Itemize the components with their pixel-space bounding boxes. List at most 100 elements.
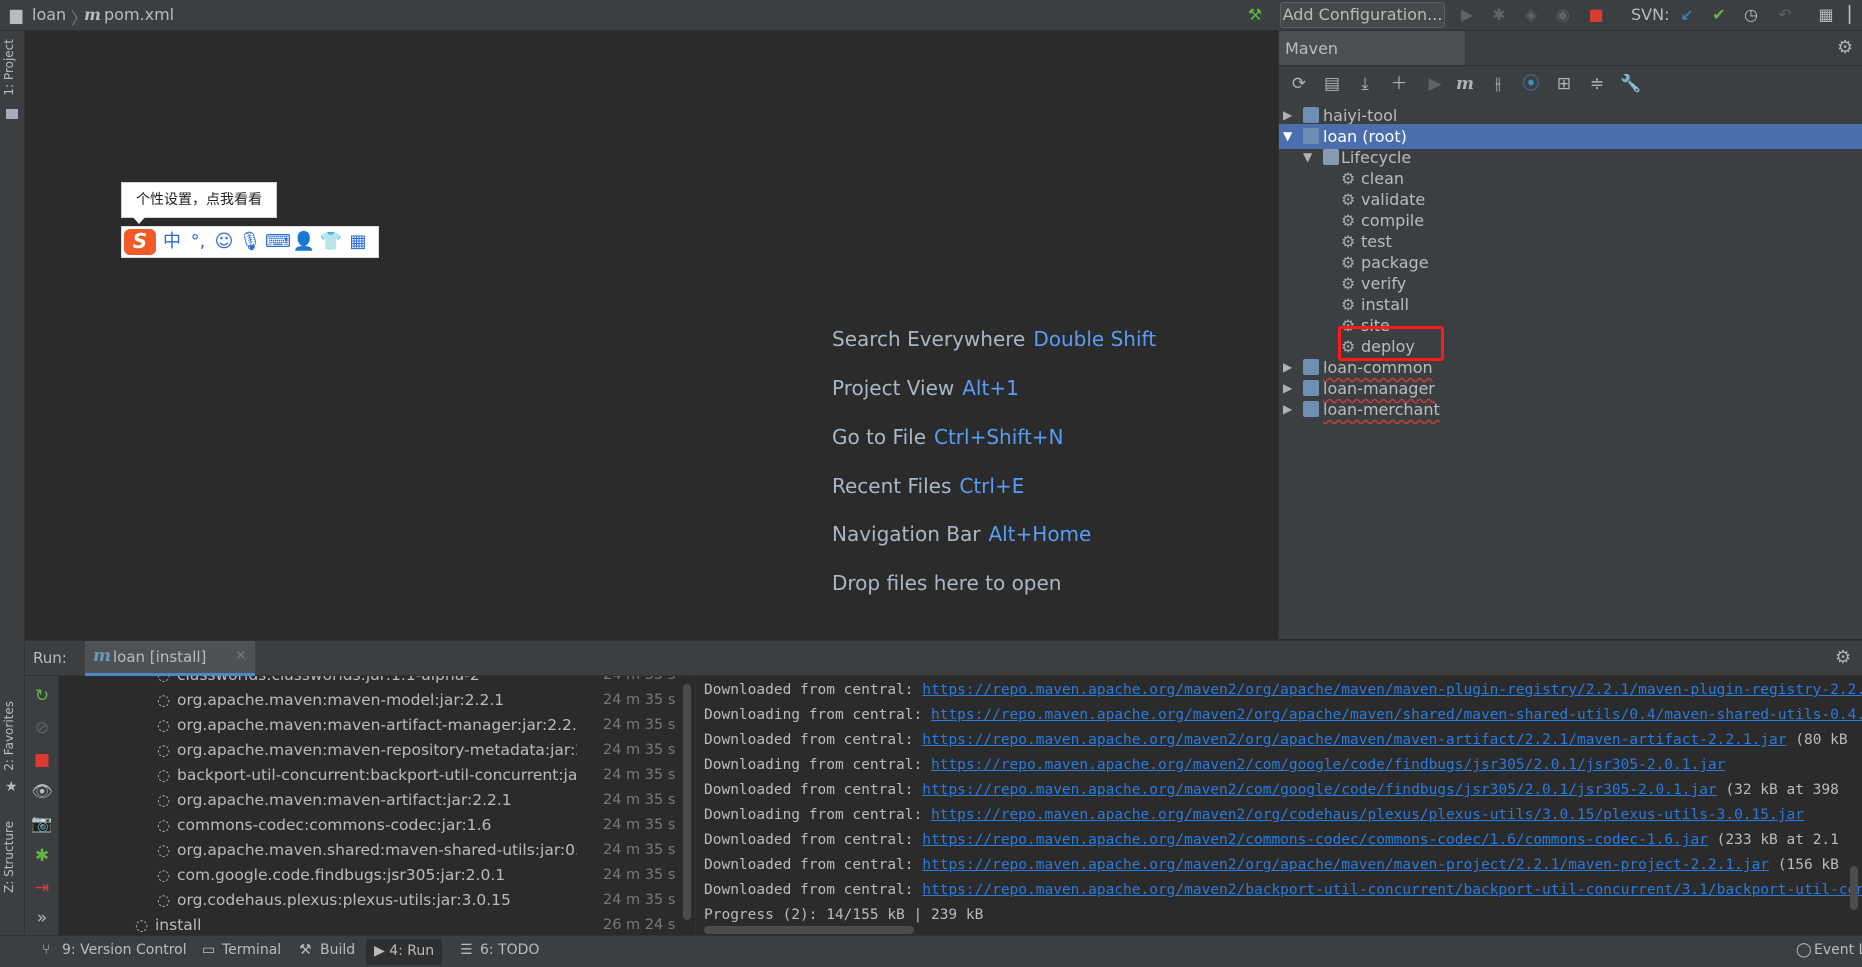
loading-spinner-icon: ◌: [157, 741, 171, 759]
dep-name: org.codehaus.plexus:plexus-utils:jar:3.0…: [177, 891, 511, 909]
exit-icon[interactable]: ⇥: [30, 876, 54, 900]
todo-icon: ☰: [460, 942, 473, 958]
run-icon[interactable]: ▶: [1456, 4, 1478, 26]
run-tab-label: loan [install]: [113, 648, 207, 666]
list-item[interactable]: ◌ backport-util-concurrent:backport-util…: [59, 763, 679, 788]
close-tab-icon[interactable]: ✕: [235, 648, 247, 664]
stop-build-icon[interactable]: ■: [30, 748, 54, 772]
revert-icon[interactable]: ↶: [1774, 4, 1796, 26]
console-vertical-scrollbar[interactable]: [1850, 866, 1858, 910]
breadcrumb-project[interactable]: loan: [32, 5, 66, 24]
goal-gear-icon: ⚙: [1341, 190, 1356, 209]
svn-commit-icon[interactable]: ✔: [1708, 4, 1730, 26]
user-icon[interactable]: 👤: [292, 230, 316, 254]
list-item[interactable]: ◌ install 26 m 24 s: [59, 913, 679, 936]
more-icon[interactable]: ▏: [1844, 4, 1862, 26]
sogou-logo-icon[interactable]: S: [124, 229, 156, 255]
list-item[interactable]: ◌ commons-codec:commons-codec:jar:1.6 24…: [59, 813, 679, 838]
loading-spinner-icon: ◌: [157, 891, 171, 909]
ime-punctuation-toggle[interactable]: °,: [186, 230, 210, 254]
tab-terminal[interactable]: Terminal: [222, 942, 281, 958]
tab-favorites[interactable]: 2: Favorites: [2, 701, 16, 771]
reimport-icon[interactable]: ⟳: [1287, 72, 1311, 96]
list-item[interactable]: ◌ com.google.code.findbugs:jsr305:jar:2.…: [59, 863, 679, 888]
console-link[interactable]: https://repo.maven.apache.org/maven2/org…: [931, 707, 1862, 723]
run-settings-gear-icon[interactable]: ⚙: [1835, 647, 1851, 668]
history-icon[interactable]: ◷: [1740, 4, 1762, 26]
maven-module-icon: [1303, 401, 1319, 417]
toggle-view-icon[interactable]: ⊘: [30, 716, 54, 740]
project-structure-icon[interactable]: ▦: [1815, 4, 1837, 26]
tab-build[interactable]: Build: [320, 942, 355, 958]
list-item[interactable]: ◌ org.apache.maven:maven-model:jar:2.2.1…: [59, 688, 679, 713]
console-link[interactable]: https://repo.maven.apache.org/maven2/com…: [931, 757, 1725, 773]
editor-empty-area[interactable]: Search Everywhere Double Shift Project Vi…: [25, 31, 1277, 639]
add-project-icon[interactable]: ＋: [1387, 72, 1411, 96]
svn-update-icon[interactable]: ↙: [1676, 4, 1698, 26]
expand-arrow-icon[interactable]: ▶: [1283, 397, 1292, 422]
goal-gear-icon: ⚙: [1341, 232, 1356, 251]
console-link[interactable]: https://repo.maven.apache.org/maven2/org…: [922, 732, 1786, 748]
show-dependencies-icon[interactable]: ⊞: [1552, 72, 1576, 96]
list-item[interactable]: ◌ org.codehaus.plexus:plexus-utils:jar:3…: [59, 888, 679, 913]
emoji-icon[interactable]: ☺: [212, 230, 236, 254]
maven-project-loan-merchant[interactable]: ▶ loan-merchant: [1279, 397, 1862, 422]
eye-icon[interactable]: 👁: [30, 780, 54, 804]
skin-shirt-icon[interactable]: 👕: [319, 230, 343, 254]
keyboard-icon[interactable]: ⌨: [265, 230, 291, 254]
dep-time: 24 m 35 s: [603, 676, 675, 688]
maven-settings-wrench-icon[interactable]: 🔧: [1619, 72, 1643, 96]
tab-version-control[interactable]: 9: Version Control: [62, 942, 187, 958]
console-link[interactable]: https://repo.maven.apache.org/maven2/org…: [922, 857, 1769, 873]
download-sources-icon[interactable]: ⤓: [1353, 72, 1377, 96]
stop-icon[interactable]: ■: [1585, 4, 1607, 26]
tab-project[interactable]: 1: Project: [2, 39, 16, 96]
run-tab-loan-install[interactable]: m loan [install] ✕: [85, 641, 255, 676]
tab-todo[interactable]: 6: TODO: [480, 942, 539, 958]
maven-settings-gear-icon[interactable]: ⚙: [1837, 37, 1853, 58]
dep-time: 24 m 35 s: [603, 867, 676, 883]
build-hammer-icon[interactable]: ⚒: [1244, 4, 1266, 26]
dep-name: com.google.code.findbugs:jsr305:jar:2.0.…: [177, 866, 506, 884]
tab-event-log[interactable]: Event L: [1814, 942, 1862, 958]
maven-title: Maven: [1285, 39, 1339, 58]
list-item[interactable]: ◌ org.apache.maven:maven-artifact:jar:2.…: [59, 788, 679, 813]
debug-build-icon[interactable]: ✱: [30, 844, 54, 868]
console-horizontal-scrollbar[interactable]: [704, 926, 914, 934]
run-maven-build-icon[interactable]: ▶: [1423, 72, 1447, 96]
profile-icon[interactable]: ◉: [1552, 4, 1574, 26]
maven-toolbar: ⟳ ▤ ⤓ ＋ ▶ m ⫲ ⦿ ⊞ ≑ 🔧: [1279, 66, 1862, 102]
console-link[interactable]: https://repo.maven.apache.org/maven2/com…: [922, 782, 1716, 798]
star-icon: ★: [5, 779, 18, 795]
microphone-icon[interactable]: 🎙: [238, 230, 262, 254]
list-item[interactable]: ◌ org.apache.maven:maven-repository-meta…: [59, 738, 679, 763]
console-link[interactable]: https://repo.maven.apache.org/maven2/org…: [931, 807, 1804, 823]
list-item[interactable]: ◌ classworlds:classworlds:jar:1.1-alpha-…: [59, 676, 679, 688]
camera-icon[interactable]: 📷: [30, 812, 54, 836]
generate-sources-icon[interactable]: ▤: [1320, 72, 1344, 96]
tree-label: loan-merchant: [1323, 400, 1440, 419]
ime-mode-toggle[interactable]: 中: [160, 230, 184, 254]
ime-tooltip[interactable]: 个性设置，点我看看: [121, 182, 277, 218]
toggle-offline-icon[interactable]: ⫲: [1486, 72, 1510, 96]
tree-scrollbar[interactable]: [683, 684, 691, 920]
rerun-icon[interactable]: ↻: [30, 684, 54, 708]
tab-structure[interactable]: Z: Structure: [2, 821, 16, 893]
console-link[interactable]: https://repo.maven.apache.org/maven2/com…: [922, 832, 1708, 848]
tab-run[interactable]: ▶ 4: Run: [366, 939, 443, 965]
list-item[interactable]: ◌ org.apache.maven.shared:maven-shared-u…: [59, 838, 679, 863]
console-link[interactable]: https://repo.maven.apache.org/maven2/org…: [922, 682, 1862, 698]
collapse-all-icon[interactable]: ≑: [1585, 72, 1609, 96]
console-output[interactable]: Downloaded from central: https://repo.ma…: [696, 676, 1862, 936]
console-link[interactable]: https://repo.maven.apache.org/maven2/bac…: [922, 882, 1862, 898]
debug-icon[interactable]: ✱: [1488, 4, 1510, 26]
add-configuration-button[interactable]: Add Configuration...: [1280, 2, 1445, 28]
more-actions-icon[interactable]: »: [30, 906, 54, 930]
lifecycle-folder-icon: [1323, 149, 1339, 165]
breadcrumb-file[interactable]: pom.xml: [104, 5, 174, 24]
skip-tests-icon[interactable]: ⦿: [1519, 72, 1543, 96]
toolbox-grid-icon[interactable]: ▦: [346, 230, 370, 254]
coverage-icon[interactable]: ◈: [1520, 4, 1542, 26]
execute-goal-icon[interactable]: m: [1453, 72, 1477, 96]
list-item[interactable]: ◌ org.apache.maven:maven-artifact-manage…: [59, 713, 679, 738]
